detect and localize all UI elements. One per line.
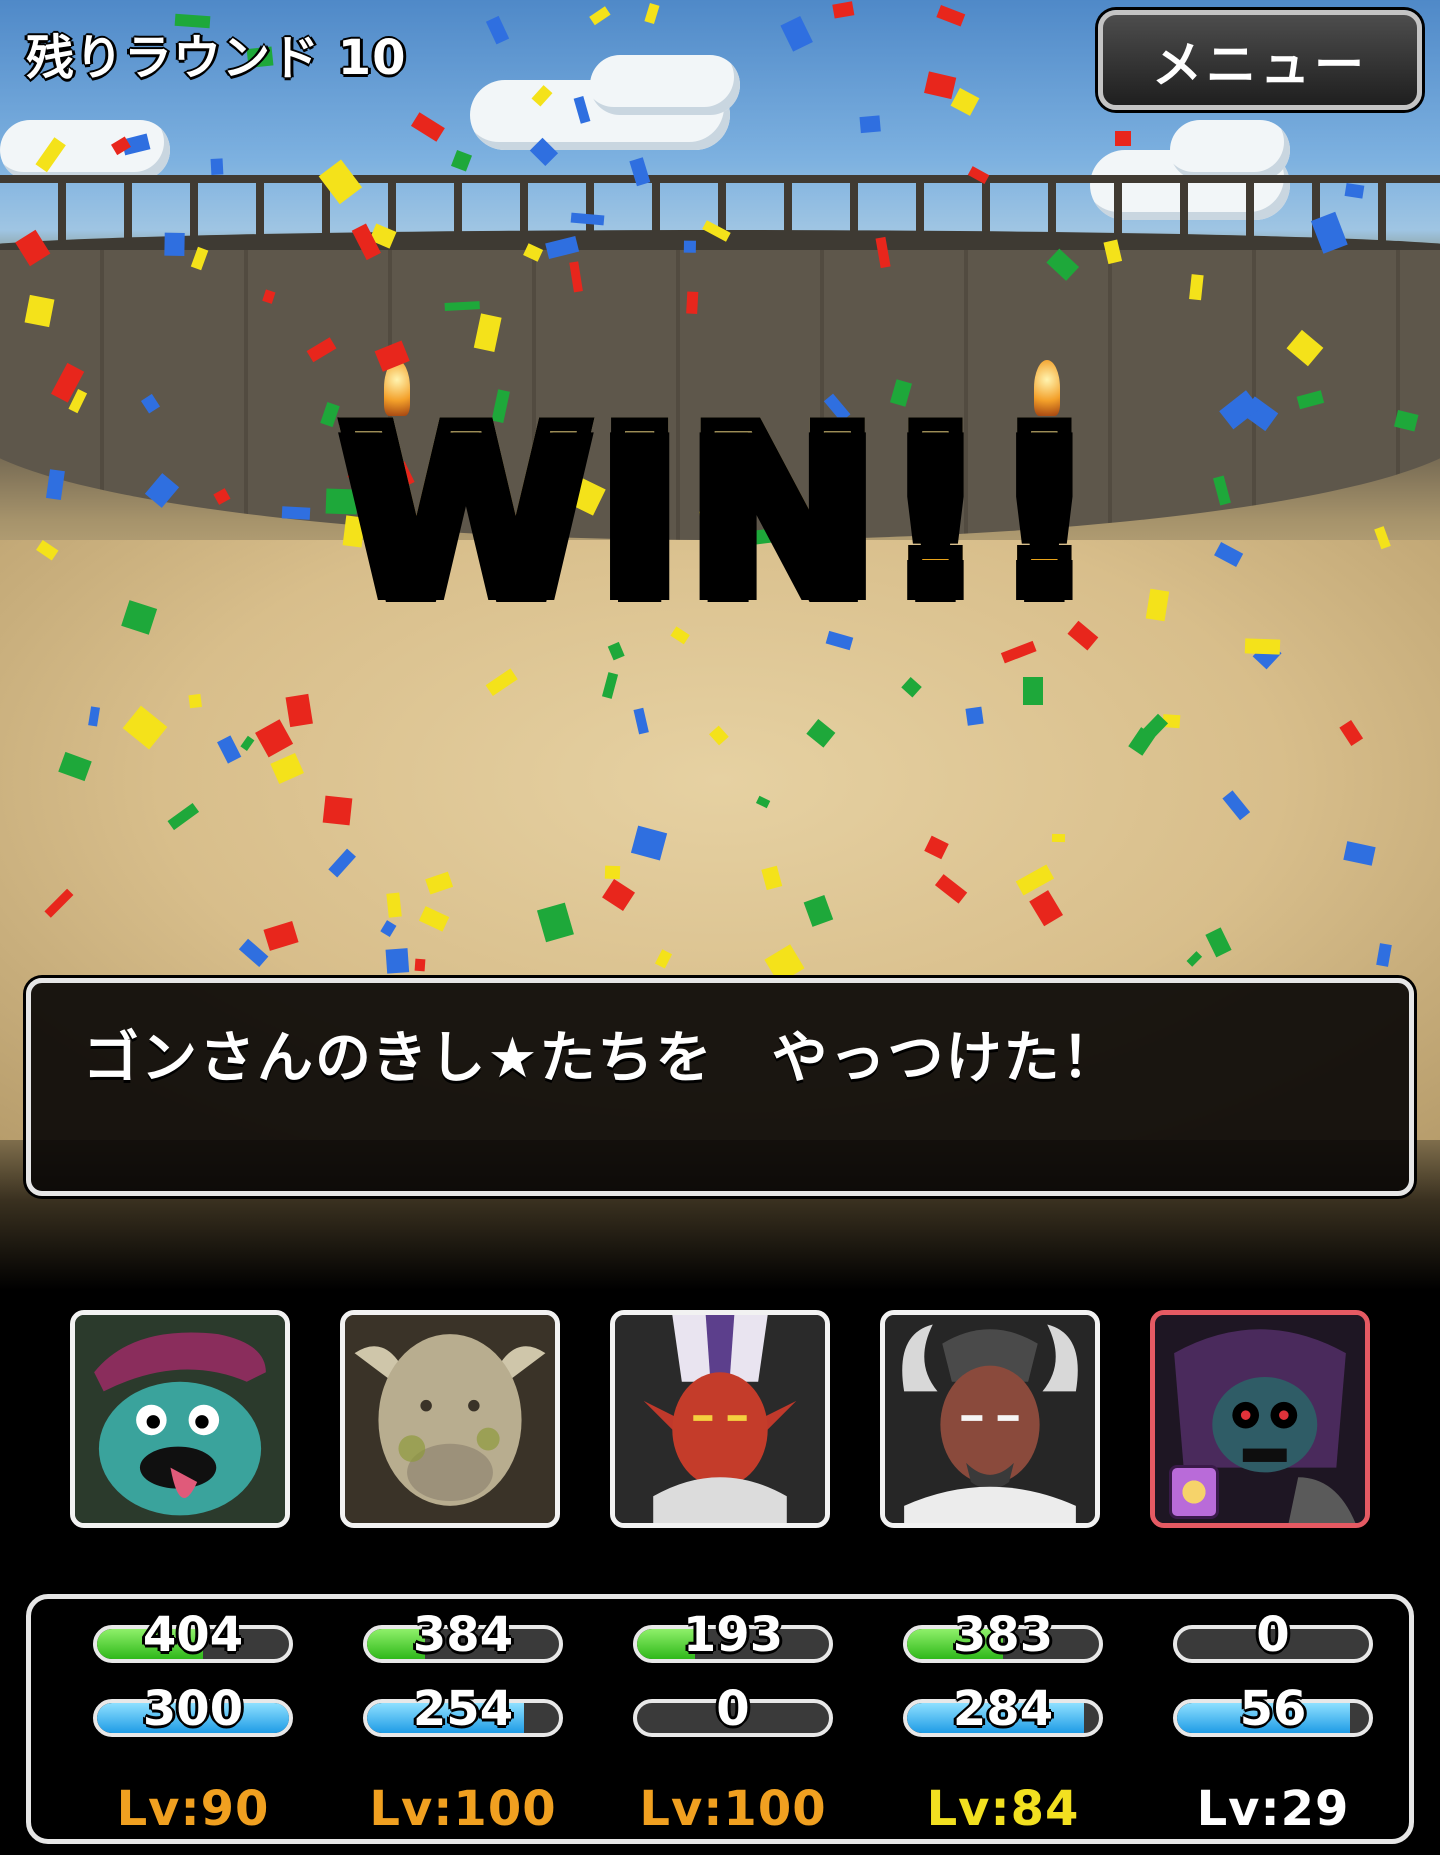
confetti-piece — [685, 290, 699, 314]
hp-value: 384 — [412, 1607, 514, 1663]
battle-result-screen: 残りラウンド 10 メニュー WIN!! ゴンさんのきし★たちを やっつけた！ — [0, 0, 1440, 1855]
confetti-piece — [285, 693, 313, 728]
confetti-piece — [450, 149, 472, 172]
party-stats-1: 404 300 Lv:90 — [75, 1599, 295, 1839]
party-stats-panel: 404 300 Lv:90 384 254 Lv:100 193 0 Lv:10… — [26, 1594, 1414, 1844]
level-label: Lv:100 — [639, 1781, 827, 1837]
confetti-piece — [1022, 677, 1044, 705]
level-label: Lv:29 — [1196, 1781, 1350, 1837]
confetti-piece — [1344, 182, 1364, 199]
level-label: Lv:90 — [116, 1781, 270, 1837]
hp-value: 193 — [682, 1607, 784, 1663]
party-portrait-4[interactable] — [880, 1310, 1100, 1528]
confetti-piece — [643, 2, 660, 24]
role-badge-icon — [1169, 1465, 1219, 1519]
party-stats-5: 0 56 Lv:29 — [1155, 1599, 1375, 1839]
remaining-rounds-label: 残りラウンド 10 — [25, 29, 407, 87]
party-portrait-3[interactable] — [610, 1310, 830, 1528]
cloud — [590, 55, 740, 115]
party-portrait-1[interactable] — [70, 1310, 290, 1528]
confetti-piece — [322, 795, 353, 826]
party-stats-4: 383 284 Lv:84 — [885, 1599, 1105, 1839]
horned-demon-lord-icon — [885, 1315, 1095, 1523]
party-portrait-2[interactable] — [340, 1310, 560, 1528]
level-label: Lv:84 — [926, 1781, 1080, 1837]
party-portraits — [0, 1300, 1440, 1540]
confetti-piece — [589, 6, 611, 26]
confetti-piece — [414, 958, 427, 971]
confetti-piece — [1189, 273, 1204, 300]
party-portrait-5[interactable] — [1150, 1310, 1370, 1528]
hp-value: 0 — [1255, 1607, 1290, 1663]
confetti-piece — [780, 16, 813, 53]
red-demon-bishop-icon — [615, 1315, 825, 1523]
mp-value: 56 — [1239, 1681, 1308, 1737]
party-stats-3: 193 0 Lv:100 — [615, 1599, 835, 1839]
confetti-piece — [1114, 131, 1131, 146]
confetti-piece — [211, 158, 224, 175]
mp-value: 0 — [715, 1681, 750, 1737]
confetti-piece — [935, 4, 965, 27]
cloud — [1170, 120, 1290, 180]
confetti-piece — [605, 865, 621, 880]
party-stats-2: 384 254 Lv:100 — [345, 1599, 565, 1839]
confetti-piece — [858, 115, 881, 134]
menu-button[interactable]: メニュー — [1098, 10, 1422, 110]
confetti-piece — [411, 111, 445, 142]
battle-message: ゴンさんのきし★たちを やっつけた！ — [83, 1026, 1120, 1091]
message-box[interactable]: ゴンさんのきし★たちを やっつけた！ — [26, 978, 1414, 1196]
confetti-piece — [832, 1, 855, 19]
confetti-piece — [923, 71, 957, 100]
confetti-piece — [163, 232, 185, 256]
confetti-piece — [950, 87, 980, 116]
mp-value: 284 — [952, 1681, 1054, 1737]
stone-bull-monster-icon — [345, 1315, 555, 1523]
confetti-piece — [384, 948, 409, 974]
hp-value: 383 — [952, 1607, 1054, 1663]
confetti-piece — [683, 240, 696, 253]
confetti-piece — [1052, 833, 1067, 843]
mp-value: 254 — [412, 1681, 514, 1737]
win-title: WIN!! — [0, 373, 1440, 654]
confetti-piece — [966, 706, 984, 726]
win-title-text: WIN!! — [332, 373, 1104, 654]
mp-value: 300 — [142, 1681, 244, 1737]
confetti-piece — [188, 694, 202, 709]
hp-value: 404 — [142, 1607, 244, 1663]
level-label: Lv:100 — [369, 1781, 557, 1837]
teal-ghost-hat-monster-icon — [75, 1315, 285, 1523]
confetti-piece — [486, 15, 509, 44]
